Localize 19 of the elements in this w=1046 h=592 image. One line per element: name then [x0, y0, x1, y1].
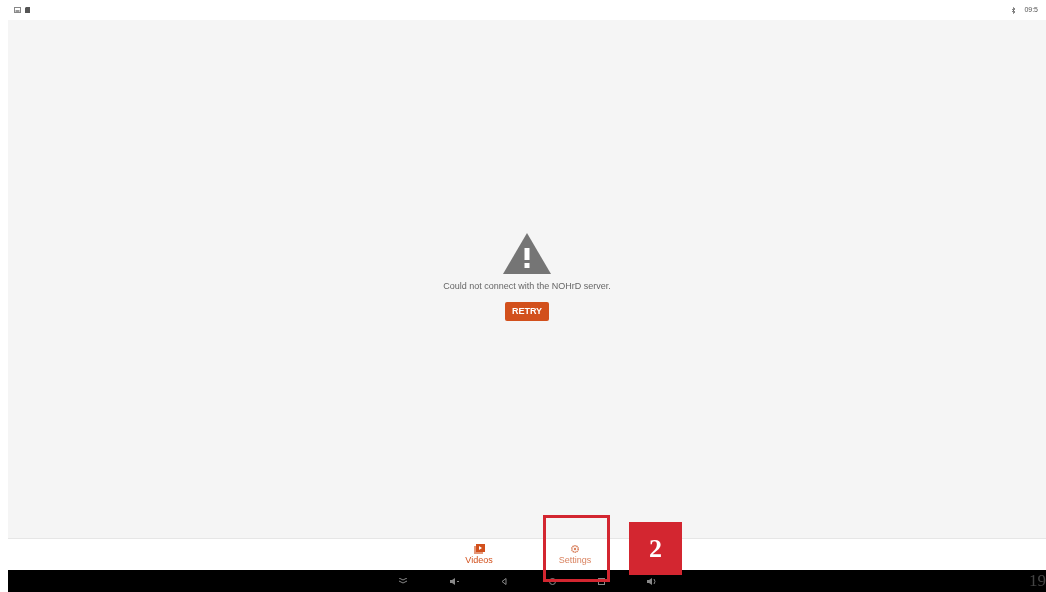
volume-up-icon[interactable]	[646, 577, 657, 585]
video-library-icon	[473, 544, 485, 554]
nav-tab[interactable]: Videos	[457, 544, 501, 565]
page-number: 19	[1029, 570, 1046, 592]
callout-frame	[543, 515, 610, 582]
recents-icon[interactable]	[597, 577, 605, 585]
home-icon[interactable]	[548, 577, 556, 585]
sd-card-icon	[25, 7, 30, 13]
nav-tab[interactable]: Settings	[553, 544, 597, 565]
volume-down-icon[interactable]	[449, 577, 459, 585]
warning-icon	[503, 233, 551, 275]
retry-button[interactable]: RETRY	[504, 301, 550, 321]
gear-icon	[570, 544, 580, 554]
image-icon	[14, 7, 21, 13]
error-message: Could not connect with the NOHrD server.	[443, 280, 611, 294]
back-icon[interactable]	[500, 577, 507, 585]
callout-number: 2	[629, 522, 682, 575]
bluetooth-icon	[1012, 6, 1017, 14]
chevron-down-icon[interactable]	[397, 578, 408, 584]
